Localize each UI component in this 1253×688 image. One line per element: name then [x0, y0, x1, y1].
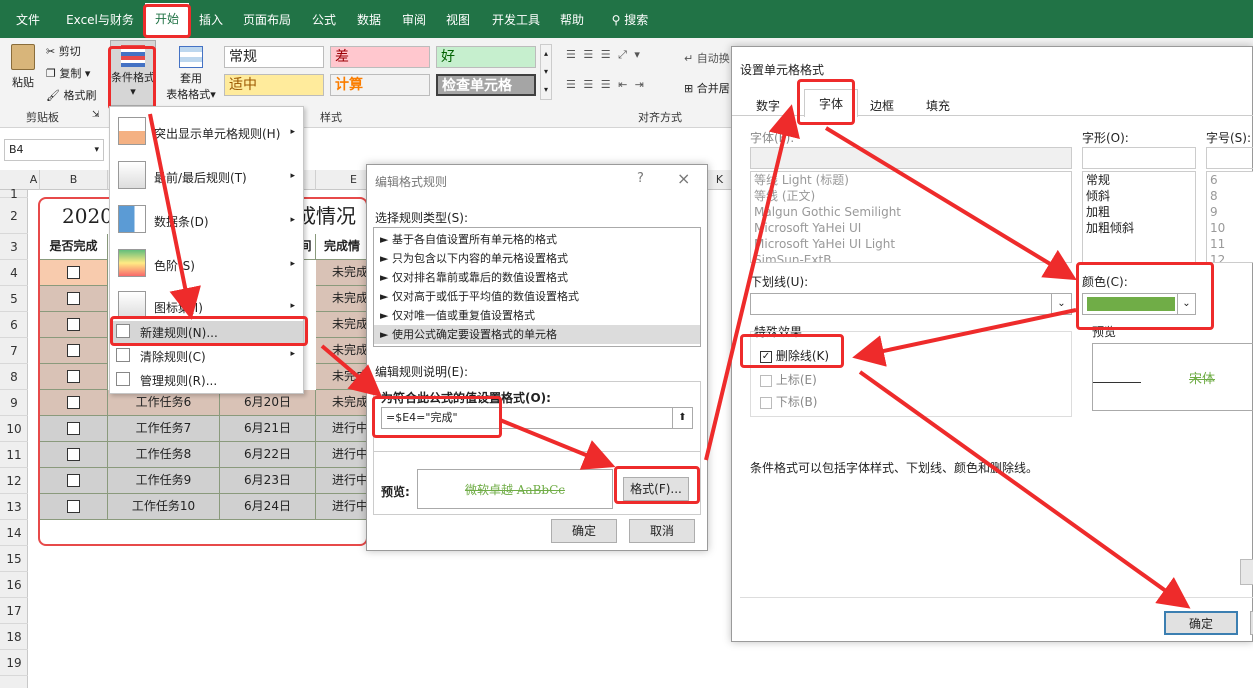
arrow-to-font-tab: [704, 104, 800, 461]
ok-target-marker: [1160, 606, 1240, 638]
annotation-arrows: [148, 104, 1191, 609]
arrow-to-color: [824, 126, 1077, 281]
arrow-to-strikethrough: [852, 308, 1077, 367]
arrow-to-new-rule: [148, 113, 201, 320]
arrow-to-format-button: [499, 418, 616, 470]
arrow-to-formula: [320, 344, 383, 398]
arrow-to-ok: [858, 370, 1191, 609]
